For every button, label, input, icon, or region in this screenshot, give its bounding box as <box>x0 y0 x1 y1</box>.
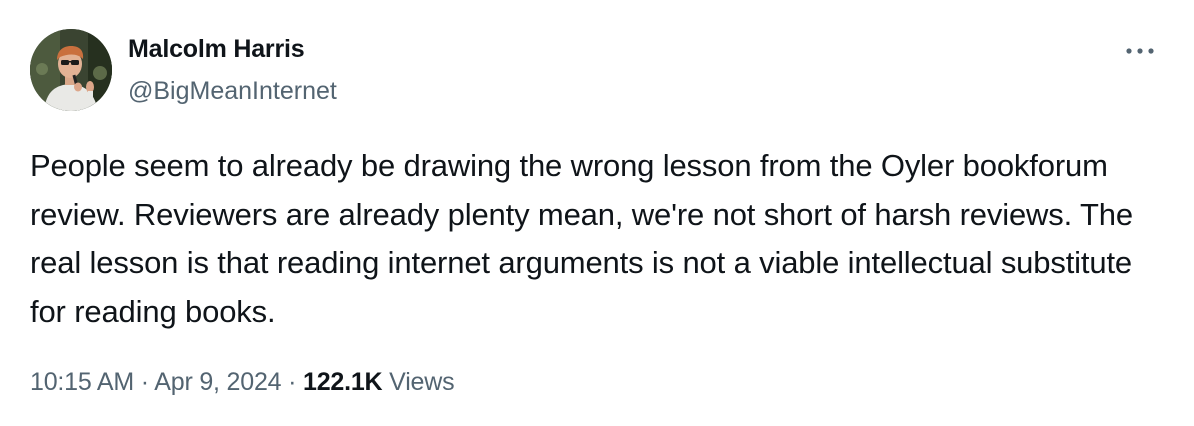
views-label: Views <box>389 368 455 396</box>
more-horizontal-icon <box>1126 48 1154 54</box>
tweet-text: People seem to already be drawing the wr… <box>30 148 1142 329</box>
views-count[interactable]: 122.1K <box>303 368 383 396</box>
tweet-time[interactable]: 10:15 AM <box>30 368 134 396</box>
more-options-button[interactable] <box>1118 36 1162 66</box>
tweet-date[interactable]: Apr 9, 2024 <box>154 368 281 396</box>
avatar[interactable] <box>30 29 112 111</box>
avatar-photo <box>30 29 112 111</box>
author-name[interactable]: Malcolm Harris <box>128 34 305 64</box>
tweet-meta: 10:15 AM · Apr 9, 2024 · 122.1K Views <box>30 366 455 398</box>
meta-separator: · <box>140 368 149 396</box>
tweet-card: Malcolm Harris @BigMeanInternet People s… <box>0 0 1194 426</box>
meta-separator: · <box>288 368 297 396</box>
author-handle[interactable]: @BigMeanInternet <box>128 76 337 106</box>
